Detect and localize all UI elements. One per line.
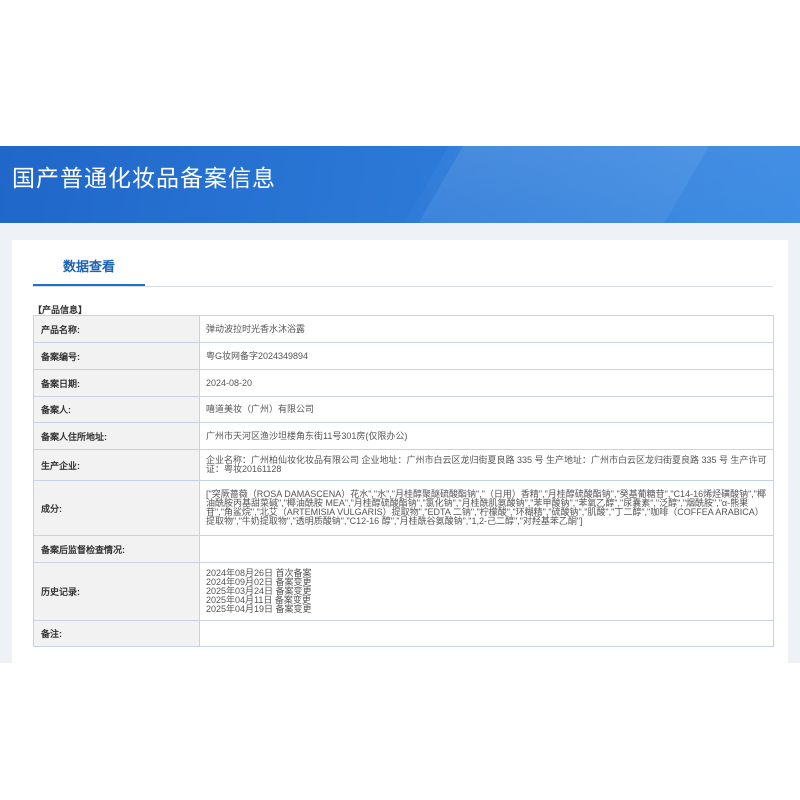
banner-decoration bbox=[379, 146, 721, 223]
field-key: 成分: bbox=[33, 480, 200, 536]
table-row: 生产企业: 企业名称：广州柏仙妆化妆品有限公司 企业地址：广州市白云区龙归街夏良… bbox=[33, 449, 774, 481]
ingredients-value: ["突厥蔷薇（ROSA DAMASCENA）花水","水","月桂醇聚醚硫酸酯钠… bbox=[199, 480, 774, 536]
table-row: 备案后监督检查情况: bbox=[33, 535, 774, 563]
record-date-value: 2024-08-20 bbox=[199, 369, 774, 397]
table-row: 产品名称: 弹动波拉时光香水沐浴露 bbox=[33, 315, 774, 343]
product-info-table: 产品名称: 弹动波拉时光香水沐浴露 备案编号: 粤G妆网备字2024349894… bbox=[33, 315, 774, 647]
field-key: 备注: bbox=[33, 620, 200, 647]
table-row: 备案人住所地址: 广州市天河区渔沙坦楼角东街11号301房(仅限办公) bbox=[33, 422, 774, 450]
history-value: 2024年08月26日 首次备案 2024年09月02日 备案变更 2025年0… bbox=[199, 562, 774, 621]
registrant-value: 嘻道美妆（广州）有限公司 bbox=[199, 396, 774, 423]
remarks-value bbox=[199, 620, 774, 647]
supervision-value bbox=[199, 535, 774, 563]
field-key: 历史记录: bbox=[33, 562, 200, 621]
table-row: 成分: ["突厥蔷薇（ROSA DAMASCENA）花水","水","月桂醇聚醚… bbox=[33, 480, 774, 536]
history-entry: 2025年04月19日 备案变更 bbox=[206, 604, 312, 614]
page-title: 国产普通化妆品备案信息 bbox=[12, 165, 276, 191]
field-key: 备案后监督检查情况: bbox=[33, 535, 200, 563]
field-key: 生产企业: bbox=[33, 449, 200, 481]
table-row: 历史记录: 2024年08月26日 首次备案 2024年09月02日 备案变更 … bbox=[33, 562, 774, 621]
tab-data-view[interactable]: 数据查看 bbox=[33, 253, 145, 286]
field-key: 备案编号: bbox=[33, 342, 200, 370]
registrant-address-value: 广州市天河区渔沙坦楼角东街11号301房(仅限办公) bbox=[199, 422, 774, 450]
field-key: 备案人: bbox=[33, 396, 200, 423]
field-key: 产品名称: bbox=[33, 315, 200, 343]
tab-divider bbox=[33, 286, 773, 287]
table-row: 备案人: 嘻道美妆（广州）有限公司 bbox=[33, 396, 774, 423]
record-number-value: 粤G妆网备字2024349894 bbox=[199, 342, 774, 370]
table-row: 备案编号: 粤G妆网备字2024349894 bbox=[33, 342, 774, 370]
product-name-value: 弹动波拉时光香水沐浴露 bbox=[199, 315, 774, 343]
manufacturer-value: 企业名称：广州柏仙妆化妆品有限公司 企业地址：广州市白云区龙归街夏良路 335 … bbox=[199, 449, 774, 481]
field-key: 备案人住所地址: bbox=[33, 422, 200, 450]
table-row: 备案日期: 2024-08-20 bbox=[33, 369, 774, 397]
table-row: 备注: bbox=[33, 620, 774, 647]
field-key: 备案日期: bbox=[33, 369, 200, 397]
